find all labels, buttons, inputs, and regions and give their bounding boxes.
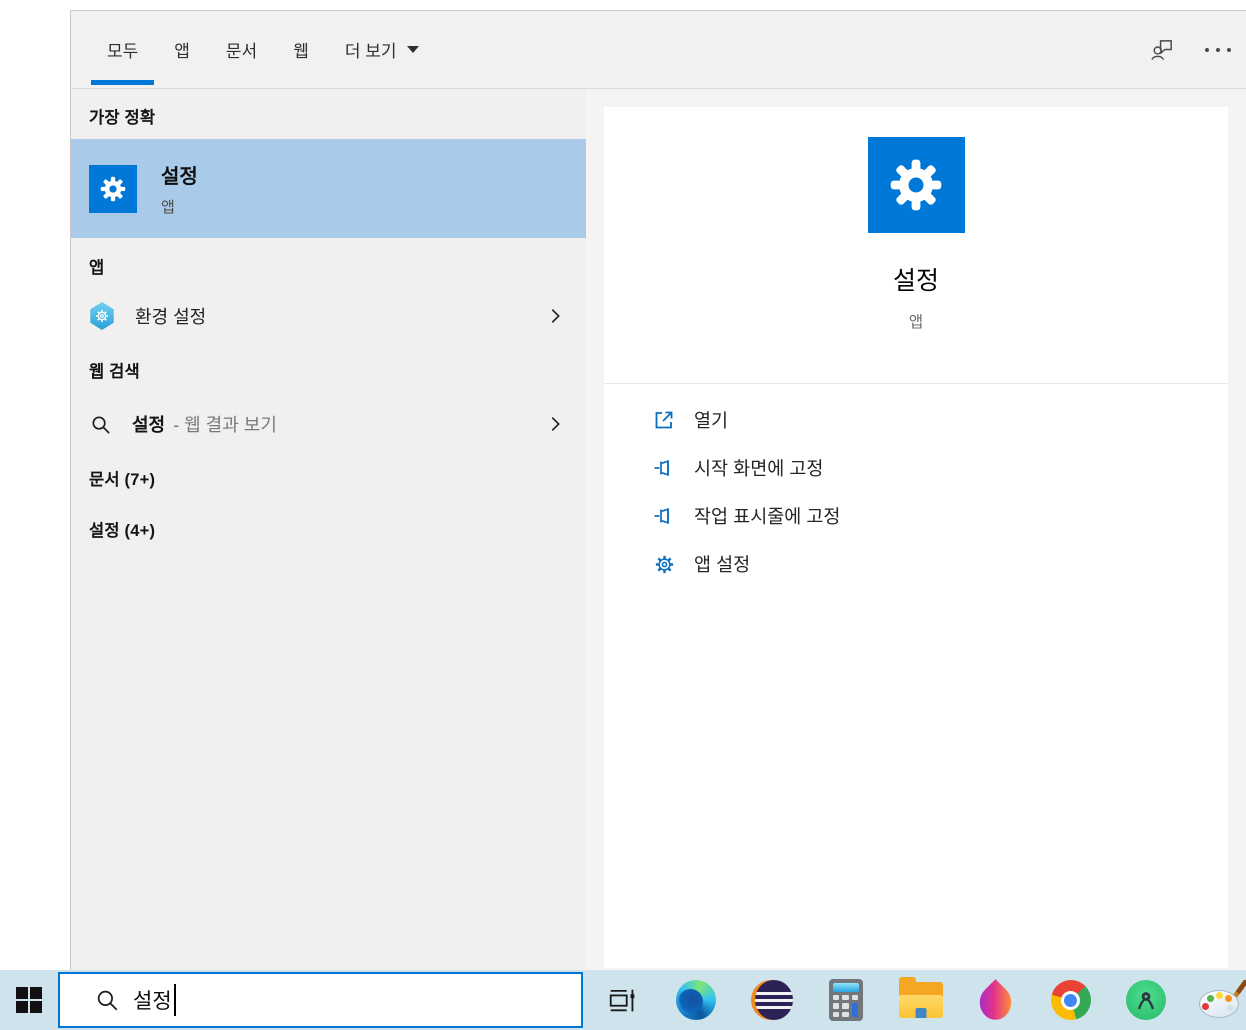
best-match-subtitle: 앱	[161, 196, 198, 217]
taskbar-icon-eclipse[interactable]	[733, 970, 808, 1030]
search-flyout-panel: 모두 앱 문서 웹 더 보기	[70, 10, 1246, 970]
feedback-person-icon[interactable]	[1134, 11, 1190, 88]
best-match-title: 설정	[161, 160, 198, 189]
settings-gear-icon	[89, 165, 137, 213]
windows-logo-icon	[16, 987, 42, 1013]
taskbar-icon-chrome[interactable]	[1033, 970, 1108, 1030]
action-pin-to-taskbar[interactable]: 작업 표시줄에 고정	[652, 492, 1228, 540]
action-open[interactable]: 열기	[652, 396, 1228, 444]
taskbar-icon-calculator[interactable]	[808, 970, 883, 1030]
start-button[interactable]	[0, 970, 58, 1030]
tab-documents-label: 문서	[226, 37, 257, 62]
tab-web[interactable]: 웹	[275, 11, 327, 88]
action-app-settings-label: 앱 설정	[694, 551, 750, 577]
action-pin-taskbar-label: 작업 표시줄에 고정	[694, 503, 840, 529]
preview-subtitle: 앱	[604, 310, 1228, 332]
action-list: 열기 시작 화면에 고정	[604, 384, 1228, 588]
taskbar-icon-paint[interactable]	[1183, 970, 1246, 1030]
taskbar-icon-edge[interactable]	[658, 970, 733, 1030]
result-app-preferences[interactable]: 환경 설정	[71, 291, 586, 341]
app-item-label: 환경 설정	[135, 303, 206, 329]
search-input-value: 설정	[133, 985, 172, 1015]
more-options-ellipsis-icon[interactable]	[1190, 11, 1246, 88]
tab-all-label: 모두	[107, 37, 138, 62]
pin-icon	[652, 456, 676, 480]
taskbar-app-icons	[583, 970, 1246, 1030]
preview-title: 설정	[604, 261, 1228, 297]
search-results-list: 가장 정확 설정	[71, 89, 586, 970]
paint-icon	[1199, 979, 1243, 1021]
pin-icon	[652, 504, 676, 528]
action-pin-to-start[interactable]: 시작 화면에 고정	[652, 444, 1228, 492]
result-best-match-settings[interactable]: 설정 앱	[71, 139, 586, 238]
best-match-header: 가장 정확	[89, 104, 586, 128]
web-section-header: 웹 검색	[89, 358, 586, 382]
settings-group-header[interactable]: 설정 (4+)	[89, 517, 586, 541]
taskbar-icon-file-explorer[interactable]	[883, 970, 958, 1030]
settings-gear-icon	[868, 137, 965, 233]
preferences-hexagon-gear-icon	[89, 302, 115, 330]
chevron-right-icon[interactable]	[544, 305, 566, 327]
taskbar: 설정	[0, 970, 1246, 1030]
chevron-right-icon[interactable]	[544, 413, 566, 435]
task-view-button[interactable]	[583, 970, 658, 1030]
eclipse-icon	[751, 980, 791, 1020]
search-tab-bar: 모두 앱 문서 웹 더 보기	[71, 11, 1246, 89]
chevron-down-icon	[407, 46, 419, 53]
chrome-icon	[1051, 980, 1091, 1020]
taskbar-icon-android-studio[interactable]	[1108, 970, 1183, 1030]
edge-icon	[676, 980, 716, 1020]
tab-all[interactable]: 모두	[89, 11, 156, 88]
taskbar-search-input[interactable]: 설정	[58, 972, 583, 1028]
search-icon	[94, 987, 120, 1013]
open-icon	[652, 408, 676, 432]
tab-documents[interactable]: 문서	[208, 11, 275, 88]
action-open-label: 열기	[694, 407, 728, 433]
file-explorer-icon	[899, 982, 943, 1018]
web-search-suffix: - 웹 결과 보기	[173, 411, 277, 437]
preview-card: 설정 앱 열기	[604, 107, 1228, 968]
web-search-query: 설정	[132, 411, 165, 437]
result-web-search[interactable]: 설정 - 웹 결과 보기	[71, 399, 586, 449]
text-caret	[174, 984, 176, 1016]
preview-pane: 설정 앱 열기	[586, 89, 1246, 970]
android-studio-icon	[1126, 980, 1166, 1020]
action-app-settings[interactable]: 앱 설정	[652, 540, 1228, 588]
tab-more[interactable]: 더 보기	[327, 11, 437, 88]
task-view-icon	[604, 984, 638, 1016]
calculator-icon	[829, 979, 863, 1021]
tab-more-label: 더 보기	[345, 37, 397, 62]
tab-apps-label: 앱	[174, 37, 190, 62]
tab-apps[interactable]: 앱	[156, 11, 208, 88]
paint-3d-icon	[972, 979, 1019, 1026]
gear-outline-icon	[652, 552, 676, 576]
apps-section-header: 앱	[89, 254, 586, 278]
action-pin-start-label: 시작 화면에 고정	[694, 455, 823, 481]
taskbar-icon-paint-3d[interactable]	[958, 970, 1033, 1030]
documents-group-header[interactable]: 문서 (7+)	[89, 466, 586, 490]
search-icon	[89, 413, 112, 436]
tab-web-label: 웹	[293, 37, 309, 62]
